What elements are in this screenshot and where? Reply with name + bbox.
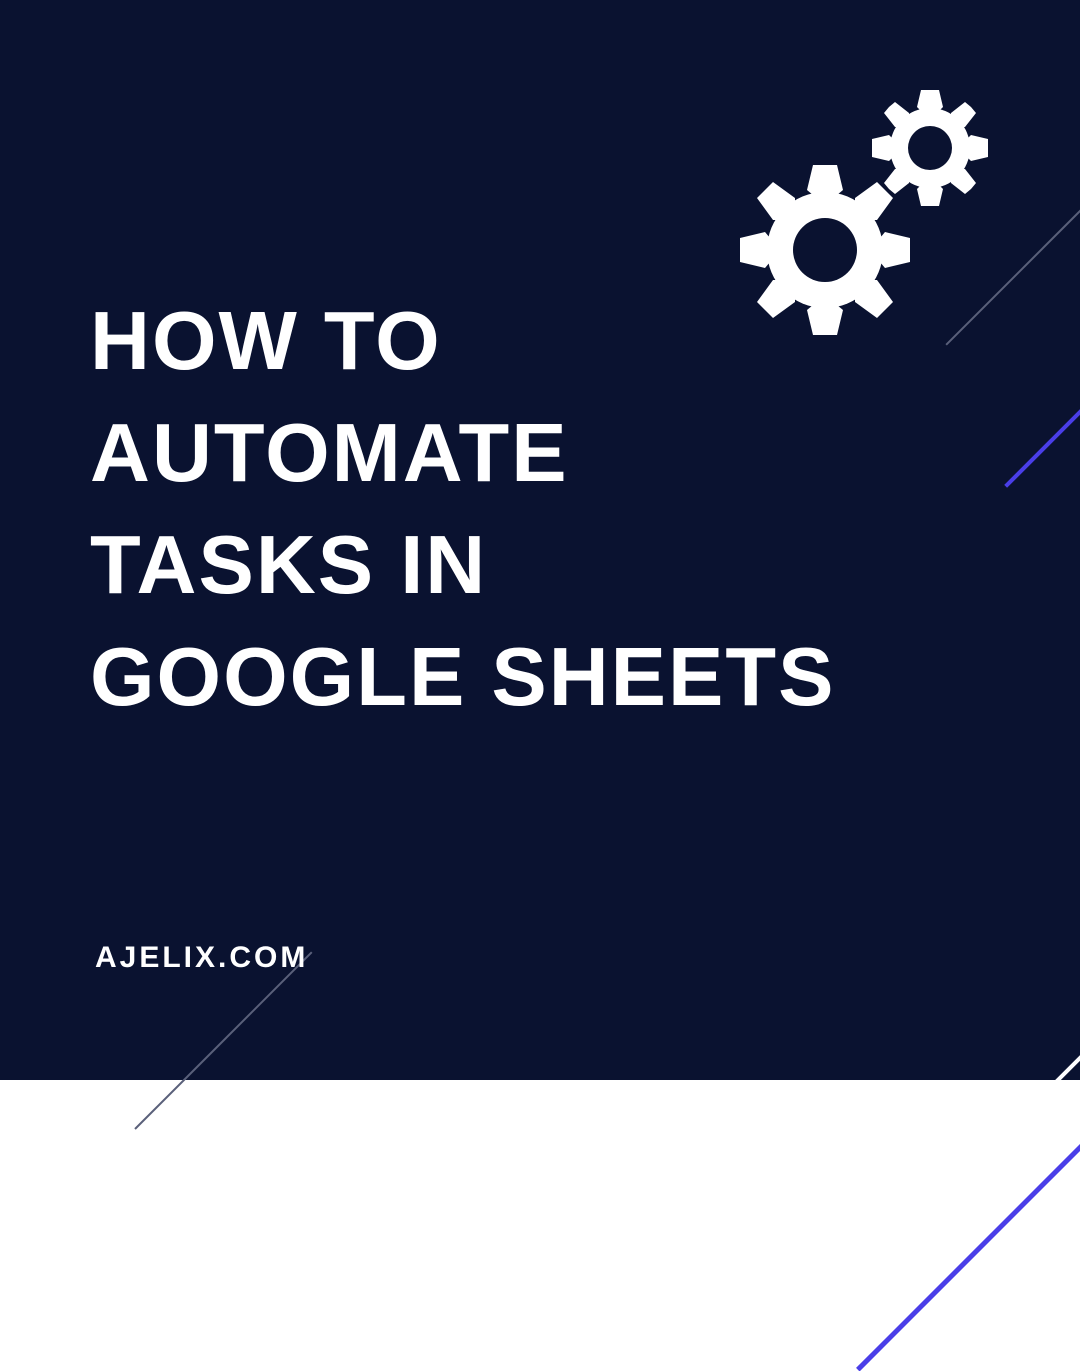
- brand-text: AJELIX.COM: [95, 941, 308, 975]
- decorative-line-purple-bottomright: [856, 951, 1080, 1371]
- headline-line-3: TASKS IN: [90, 509, 835, 621]
- decorative-line-purple-midright: [1004, 351, 1080, 488]
- headline-line-4: GOOGLE SHEETS: [90, 621, 835, 733]
- headline: HOW TO AUTOMATE TASKS IN GOOGLE SHEETS: [90, 285, 835, 733]
- decorative-line-gray-bottomleft: [134, 952, 312, 1130]
- headline-line-2: AUTOMATE: [90, 397, 835, 509]
- decorative-line-white-bottomright: [851, 917, 1080, 1288]
- promo-graphic: HOW TO AUTOMATE TASKS IN GOOGLE SHEETS A…: [0, 0, 1080, 1080]
- headline-line-1: HOW TO: [90, 285, 835, 397]
